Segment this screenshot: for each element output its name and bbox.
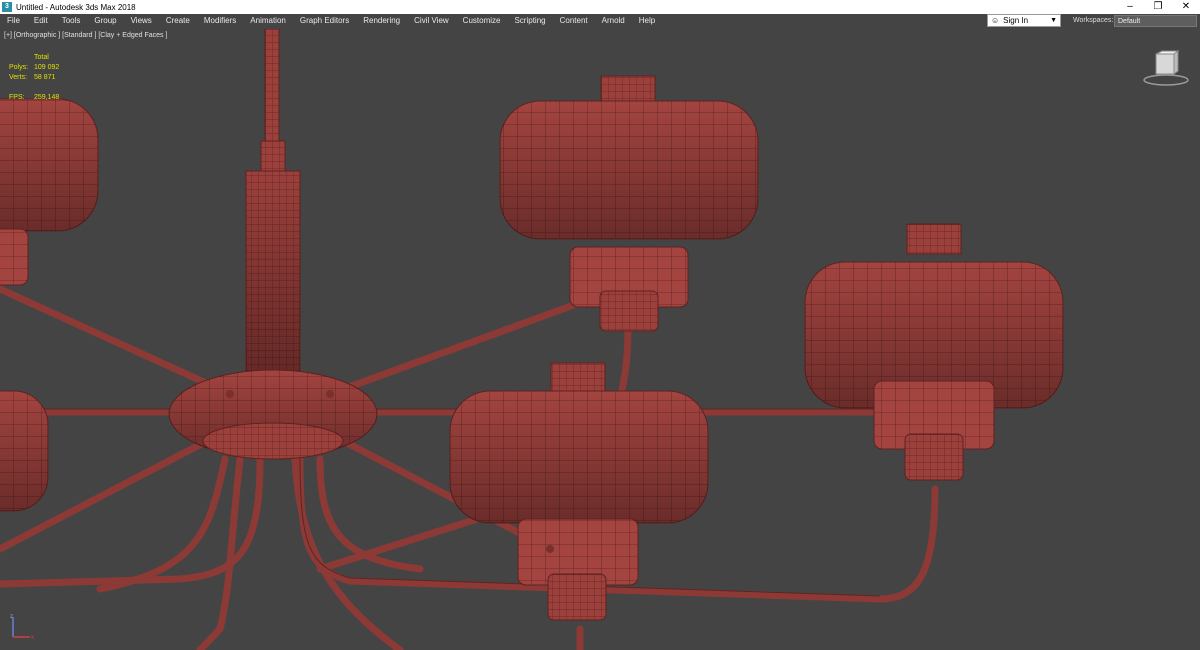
menu-help[interactable]: Help (632, 14, 662, 28)
menu-rendering[interactable]: Rendering (356, 14, 407, 28)
stats-header: Total (34, 54, 49, 61)
menu-scripting[interactable]: Scripting (507, 14, 552, 28)
svg-text:x: x (31, 635, 34, 641)
menu-create[interactable]: Create (159, 14, 197, 28)
sign-in-button[interactable]: ☺ Sign In ▼ (987, 14, 1061, 27)
menu-content[interactable]: Content (553, 14, 595, 28)
menu-customize[interactable]: Customize (456, 14, 508, 28)
window-controls: – ❐ ✕ (1116, 0, 1200, 14)
svg-text:z: z (10, 614, 13, 620)
menu-tools[interactable]: Tools (55, 14, 88, 28)
menu-civil-view[interactable]: Civil View (407, 14, 456, 28)
menu-edit[interactable]: Edit (27, 14, 55, 28)
fps-value: 259,148 (34, 94, 60, 101)
lamp-a (499, 75, 759, 332)
close-icon[interactable]: ✕ (1172, 0, 1200, 14)
minimize-icon[interactable]: – (1116, 0, 1144, 14)
menu-arnold[interactable]: Arnold (595, 14, 632, 28)
sign-in-label: Sign In (1003, 16, 1029, 25)
chevron-down-icon: ▼ (1050, 17, 1057, 24)
restore-icon[interactable]: ❐ (1144, 0, 1172, 14)
fps-label: FPS: (9, 94, 25, 101)
axis-tripod-icon: z x (10, 614, 34, 641)
lamp-e (0, 390, 49, 512)
lamp-d (0, 98, 99, 286)
verts-label: Verts: (9, 74, 27, 81)
menu-animation[interactable]: Animation (243, 14, 293, 28)
viewport-statistics: Total Polys: 109 092 Verts: 58 871 FPS: 259… (9, 53, 59, 103)
menu-group[interactable]: Group (87, 14, 123, 28)
viewcube-icon[interactable] (1142, 50, 1190, 90)
app-icon[interactable]: 3 (2, 2, 12, 12)
polys-label: Polys: (9, 64, 29, 71)
user-icon: ☺ (991, 16, 1000, 25)
title-bar: 3 Untitled - Autodesk 3ds Max 2018 – ❐ ✕ (0, 0, 1200, 14)
menu-views[interactable]: Views (124, 14, 159, 28)
verts-value: 58 871 (34, 74, 56, 81)
viewport-label[interactable]: [+] [Orthographic ] [Standard ] [Clay + … (4, 32, 167, 39)
menu-graph-editors[interactable]: Graph Editors (293, 14, 356, 28)
menu-file[interactable]: File (0, 14, 27, 28)
polys-value: 109 092 (34, 64, 60, 71)
main-menu: File Edit Tools Group Views Create Modif… (0, 14, 662, 28)
window-title: Untitled - Autodesk 3ds Max 2018 (16, 2, 136, 12)
workspaces-select[interactable]: Default (1114, 15, 1197, 27)
workspaces-label: Workspaces: (1073, 17, 1114, 24)
chandelier-model (0, 29, 1064, 650)
menu-modifiers[interactable]: Modifiers (197, 14, 243, 28)
lamp-c (449, 362, 709, 621)
lamp-b (804, 223, 1064, 481)
